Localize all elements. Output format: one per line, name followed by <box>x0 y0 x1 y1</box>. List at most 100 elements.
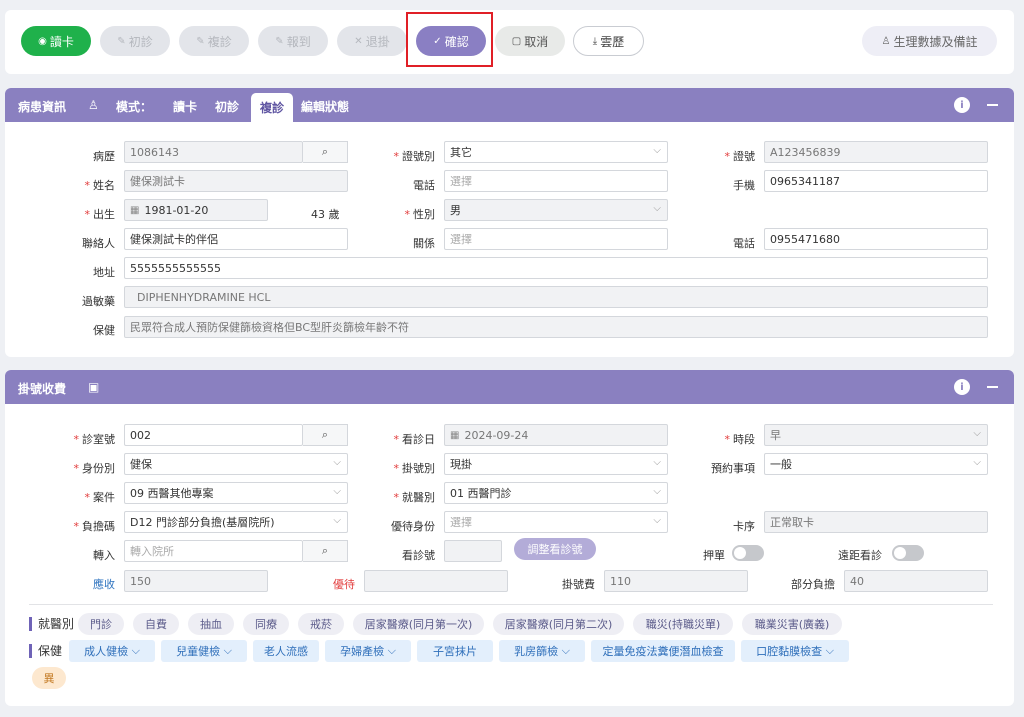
minimize-icon[interactable] <box>987 386 998 388</box>
priority-select[interactable]: 選擇 ⌵ <box>444 511 668 533</box>
phone-label: 電話 <box>413 179 435 192</box>
folder-icon: ▣ <box>88 380 100 394</box>
mode-return-visit-tab[interactable]: 複診 <box>251 93 293 122</box>
minimize-icon[interactable] <box>987 104 998 106</box>
adjust-visit-no-button[interactable]: 調整看診號 <box>514 538 596 560</box>
address-label: 地址 <box>93 266 115 279</box>
mobile-field[interactable]: 0965341187 <box>764 170 988 192</box>
chip-same-treatment[interactable]: 同療 <box>243 613 289 635</box>
phone-field[interactable]: 選擇 <box>444 170 668 192</box>
chip-adult-checkup[interactable]: 成人健檢 ⌵ <box>69 640 155 662</box>
room-field[interactable]: 002 <box>124 424 303 446</box>
chip-pap-smear[interactable]: 子宮抹片 <box>417 640 493 662</box>
name-label: * 姓名 <box>84 179 116 192</box>
visit-no-field[interactable] <box>444 540 502 562</box>
chip-self-pay[interactable]: 自費 <box>133 613 179 635</box>
edit-icon: ✎ <box>117 35 126 47</box>
copay-code-select[interactable]: D12 門診部分負擔(基層院所) ⌵ <box>124 511 348 533</box>
chevron-down-icon: ⌵ <box>973 428 981 439</box>
discount-field[interactable] <box>364 570 508 592</box>
period-select[interactable]: 早 ⌵ <box>764 424 988 446</box>
deposit-toggle[interactable] <box>732 545 764 561</box>
chevron-down-icon: ⌵ <box>387 644 396 657</box>
chip-occupational-injury[interactable]: 職災(持職災單) <box>633 613 733 635</box>
cancel-button[interactable]: ▢ 取消 <box>495 26 565 56</box>
priority-label: 優待身份 <box>391 520 435 533</box>
mode-first-visit[interactable]: 初診 <box>215 98 239 115</box>
mode-read-card[interactable]: 讀卡 <box>173 98 197 115</box>
discount-label: 優待 <box>333 578 355 591</box>
relation-label: 關係 <box>413 237 435 250</box>
chevron-down-icon: ⌵ <box>973 457 981 468</box>
mode-edit-state[interactable]: 編輯狀態 <box>301 98 349 115</box>
abnormal-chip[interactable]: 異 <box>32 667 66 689</box>
reg-fee-label: 掛號費 <box>562 578 595 591</box>
close-icon: ✕ <box>354 35 363 47</box>
chevron-down-icon: ⌵ <box>223 644 232 657</box>
chip-home-care-second[interactable]: 居家醫療(同月第二次) <box>493 613 624 635</box>
remote-toggle[interactable] <box>892 545 924 561</box>
cloud-history-button[interactable]: ⤓ 雲歷 <box>573 26 644 56</box>
record-no-field[interactable]: 1086143 <box>124 141 303 163</box>
address-field[interactable]: 5555555555555 <box>124 257 988 279</box>
case-select[interactable]: 09 西醫其他專案 ⌵ <box>124 482 348 504</box>
info-icon[interactable]: i <box>954 379 970 395</box>
identity-select[interactable]: 健保 ⌵ <box>124 453 348 475</box>
insurance-field[interactable]: 民眾符合成人預防保健篩檢資格但BC型肝炎篩檢年齡不符 <box>124 316 988 338</box>
calendar-icon: ▦ <box>130 204 140 216</box>
reg-fee-field[interactable]: 110 <box>604 570 748 592</box>
remote-label: 遠距看診 <box>838 549 882 562</box>
card-seq-field[interactable]: 正常取卡 <box>764 511 988 533</box>
chip-elderly-flu[interactable]: 老人流感 <box>253 640 319 662</box>
chevron-down-icon: ⌵ <box>561 644 570 657</box>
id-no-field[interactable]: A123456839 <box>764 141 988 163</box>
check-in-button[interactable]: ✎ 報到 <box>258 26 328 56</box>
copay-code-label: * 負擔碼 <box>73 520 116 533</box>
appointment-select[interactable]: 一般 ⌵ <box>764 453 988 475</box>
birth-field[interactable]: ▦ 1981-01-20 <box>124 199 268 221</box>
read-card-button[interactable]: ◉ 讀卡 <box>21 26 91 56</box>
id-type-select[interactable]: 其它 ⌵ <box>444 141 668 163</box>
id-no-label: * 證號 <box>724 150 756 163</box>
chip-breast-screening[interactable]: 乳房篩檢 ⌵ <box>499 640 585 662</box>
medical-type-select[interactable]: 01 西醫門診 ⌵ <box>444 482 668 504</box>
name-field[interactable]: 健保測試卡 <box>124 170 348 192</box>
contact-phone-field[interactable]: 0955471680 <box>764 228 988 250</box>
contact-label: 聯絡人 <box>82 237 115 250</box>
chip-blood-draw[interactable]: 抽血 <box>188 613 234 635</box>
contact-field[interactable]: 健保測試卡的伴侶 <box>124 228 348 250</box>
return-visit-button[interactable]: ✎ 複診 <box>179 26 249 56</box>
reg-type-select[interactable]: 現掛 ⌵ <box>444 453 668 475</box>
info-icon[interactable]: i <box>954 97 970 113</box>
receivable-field[interactable]: 150 <box>124 570 268 592</box>
registration-panel: 掛號收費 ▣ i * 診室號 002 ⌕ * 看診日 ▦ 2024-09-24 * 時段… <box>5 370 1014 706</box>
first-visit-button[interactable]: ✎ 初診 <box>100 26 170 56</box>
chip-fecal-occult[interactable]: 定量免疫法糞便潛血檢查 <box>591 640 735 662</box>
partial-field[interactable]: 40 <box>844 570 988 592</box>
patient-panel-title: 病患資訊 <box>18 100 67 114</box>
visit-date-field[interactable]: ▦ 2024-09-24 <box>444 424 668 446</box>
chip-home-care-first[interactable]: 居家醫療(同月第一次) <box>353 613 484 635</box>
record-no-label: 病歷 <box>93 150 115 163</box>
divider <box>29 604 993 605</box>
edit-icon: ✎ <box>196 35 205 47</box>
chip-prenatal[interactable]: 孕婦產檢 ⌵ <box>325 640 411 662</box>
transfer-field[interactable]: 轉入院所 <box>124 540 303 562</box>
contact-phone-label: 電話 <box>733 237 755 250</box>
chip-occupational-broad[interactable]: 職業災害(廣義) <box>742 613 842 635</box>
chip-outpatient[interactable]: 門診 <box>78 613 124 635</box>
allergy-field[interactable]: DIPHENHYDRAMINE HCL <box>124 286 988 308</box>
withdraw-button[interactable]: ✕ 退掛 <box>337 26 407 56</box>
period-label: * 時段 <box>724 433 756 446</box>
confirm-button[interactable]: ✓ 確認 <box>416 26 486 56</box>
allergy-label: 過敏藥 <box>82 295 115 308</box>
chip-oral-mucosa[interactable]: 口腔黏膜檢查 ⌵ <box>741 640 849 662</box>
chevron-down-icon: ⌵ <box>653 486 661 497</box>
medical-group-label: 就醫別 <box>29 617 74 631</box>
chip-quit-smoking[interactable]: 戒菸 <box>298 613 344 635</box>
appointment-label: 預約事項 <box>711 462 755 475</box>
chip-child-checkup[interactable]: 兒童健檢 ⌵ <box>161 640 247 662</box>
vitals-notes-button[interactable]: ♙ 生理數據及備註 <box>862 26 997 56</box>
relation-field[interactable]: 選擇 <box>444 228 668 250</box>
gender-select[interactable]: 男 ⌵ <box>444 199 668 221</box>
